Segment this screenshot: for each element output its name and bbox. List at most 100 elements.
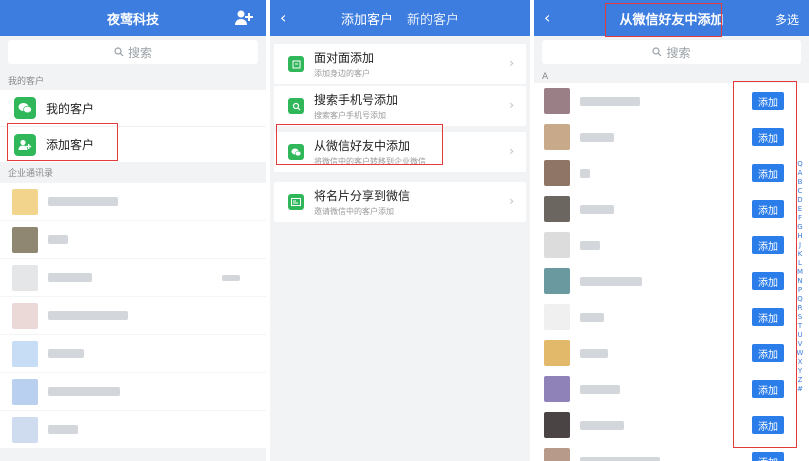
blurred-name	[580, 456, 660, 461]
add-button[interactable]: 添加	[752, 200, 784, 218]
index-letter[interactable]: E	[795, 205, 805, 214]
add-customer-label: 添加客户	[46, 138, 95, 152]
index-letter[interactable]: G	[795, 223, 805, 232]
business-card-icon	[288, 194, 304, 210]
avatar	[544, 448, 570, 461]
index-letter[interactable]: B	[795, 178, 805, 187]
list-item: 添加	[534, 371, 809, 407]
list-item: 添加	[534, 83, 809, 119]
add-button[interactable]: 添加	[752, 416, 784, 434]
list-item[interactable]	[0, 334, 266, 372]
search-input[interactable]: 搜索	[8, 40, 258, 64]
blurred-name	[48, 235, 68, 244]
index-letter[interactable]: L	[795, 259, 805, 268]
avatar	[12, 188, 38, 215]
index-letter[interactable]: Z	[795, 376, 805, 385]
add-button[interactable]: 添加	[752, 452, 784, 461]
top-bar: ‹ 添加客户 新的客户	[270, 0, 530, 36]
add-button[interactable]: 添加	[752, 128, 784, 146]
list-item[interactable]	[0, 372, 266, 410]
index-letter[interactable]: Q	[795, 160, 805, 169]
search-icon	[114, 47, 124, 57]
index-letter[interactable]: C	[795, 187, 805, 196]
list-item: 添加	[534, 335, 809, 371]
list-item[interactable]	[0, 220, 266, 258]
avatar	[544, 124, 570, 150]
index-letter[interactable]: A	[795, 169, 805, 178]
list-item: 添加	[534, 299, 809, 335]
add-button[interactable]: 添加	[752, 308, 784, 326]
index-letter[interactable]: F	[795, 214, 805, 223]
item-title: 面对面添加	[314, 51, 375, 65]
index-letter[interactable]: V	[795, 340, 805, 349]
avatar	[544, 304, 570, 330]
item-subtitle: 添加身边的客户	[314, 69, 370, 78]
search-input[interactable]: 搜索	[542, 40, 801, 64]
index-letter[interactable]: W	[795, 349, 805, 358]
avatar	[544, 268, 570, 294]
wechat-friends-add[interactable]: 从微信好友中添加 将微信中的客户转移到企业微信 ›	[274, 132, 526, 172]
customers-panel: 夜莺科技 搜索 我的客户 我的客户 添加客户 企业通讯录	[0, 0, 266, 461]
index-letter[interactable]: J	[795, 241, 805, 250]
back-icon[interactable]: ‹	[280, 8, 286, 27]
tab-add-customer[interactable]: 添加客户	[341, 9, 393, 28]
index-letter[interactable]: Y	[795, 367, 805, 376]
item-subtitle: 邀请微信中的客户添加	[314, 207, 394, 216]
list-item[interactable]	[0, 258, 266, 296]
tab-new-customer[interactable]: 新的客户	[407, 9, 459, 28]
add-button[interactable]: 添加	[752, 272, 784, 290]
add-customer-item[interactable]: 添加客户	[0, 126, 266, 162]
chevron-right-icon: ›	[509, 194, 514, 208]
avatar	[544, 412, 570, 438]
blurred-name	[580, 132, 614, 142]
alphabet-index[interactable]: Q A B C D E F G H J K L M N P Q R S T U V W X Y Z #	[795, 160, 805, 394]
blurred-tag	[222, 274, 240, 281]
list-item[interactable]	[0, 410, 266, 448]
index-letter[interactable]: D	[795, 196, 805, 205]
add-person-icon[interactable]	[234, 9, 254, 27]
wechat-friends-panel: ‹ 从微信好友中添加 多选 搜索 A 添加 添加 添加 添加 添加 添加 添加 …	[534, 0, 809, 461]
item-title: 搜索手机号添加	[314, 93, 399, 107]
index-letter[interactable]: S	[795, 313, 805, 322]
list-item[interactable]	[0, 296, 266, 334]
top-bar: 夜莺科技	[0, 0, 266, 36]
avatar	[544, 376, 570, 402]
blurred-name	[580, 384, 620, 394]
add-button[interactable]: 添加	[752, 236, 784, 254]
index-letter[interactable]: R	[795, 304, 805, 313]
index-letter[interactable]: T	[795, 322, 805, 331]
face-to-face-add[interactable]: 面对面添加 添加身边的客户 ›	[274, 44, 526, 84]
back-icon[interactable]: ‹	[544, 8, 550, 27]
share-card-wechat[interactable]: 将名片分享到微信 邀请微信中的客户添加 ›	[274, 182, 526, 222]
add-button[interactable]: 添加	[752, 380, 784, 398]
page-title: 从微信好友中添加	[619, 12, 724, 28]
index-letter[interactable]: U	[795, 331, 805, 340]
index-letter[interactable]: N	[795, 277, 805, 286]
avatar	[12, 340, 38, 367]
index-letter[interactable]: K	[795, 250, 805, 259]
avatar	[544, 196, 570, 222]
index-letter[interactable]: X	[795, 358, 805, 367]
blurred-name	[580, 420, 624, 430]
index-letter[interactable]: M	[795, 268, 805, 277]
item-subtitle: 将微信中的客户转移到企业微信	[314, 157, 426, 166]
index-letter[interactable]: #	[795, 385, 805, 394]
index-letter[interactable]: Q	[795, 295, 805, 304]
add-button[interactable]: 添加	[752, 92, 784, 110]
wechat-icon	[288, 144, 304, 160]
list-item[interactable]	[0, 182, 266, 220]
search-phone-add[interactable]: 搜索手机号添加 搜索客户手机号添加 ›	[274, 86, 526, 126]
search-icon	[288, 98, 304, 114]
search-icon	[652, 47, 662, 57]
index-letter[interactable]: P	[795, 286, 805, 295]
add-button[interactable]: 添加	[752, 164, 784, 182]
add-button[interactable]: 添加	[752, 344, 784, 362]
blurred-name	[580, 168, 590, 178]
item-title: 从微信好友中添加	[314, 139, 411, 153]
chevron-right-icon: ›	[509, 56, 514, 70]
add-customer-panel: ‹ 添加客户 新的客户 面对面添加 添加身边的客户 › 搜索手机号添加 搜索客户…	[270, 0, 530, 461]
index-letter[interactable]: H	[795, 232, 805, 241]
multi-select-button[interactable]: 多选	[775, 11, 799, 28]
my-customers-item[interactable]: 我的客户	[0, 90, 266, 126]
list-item: 添加	[534, 407, 809, 443]
